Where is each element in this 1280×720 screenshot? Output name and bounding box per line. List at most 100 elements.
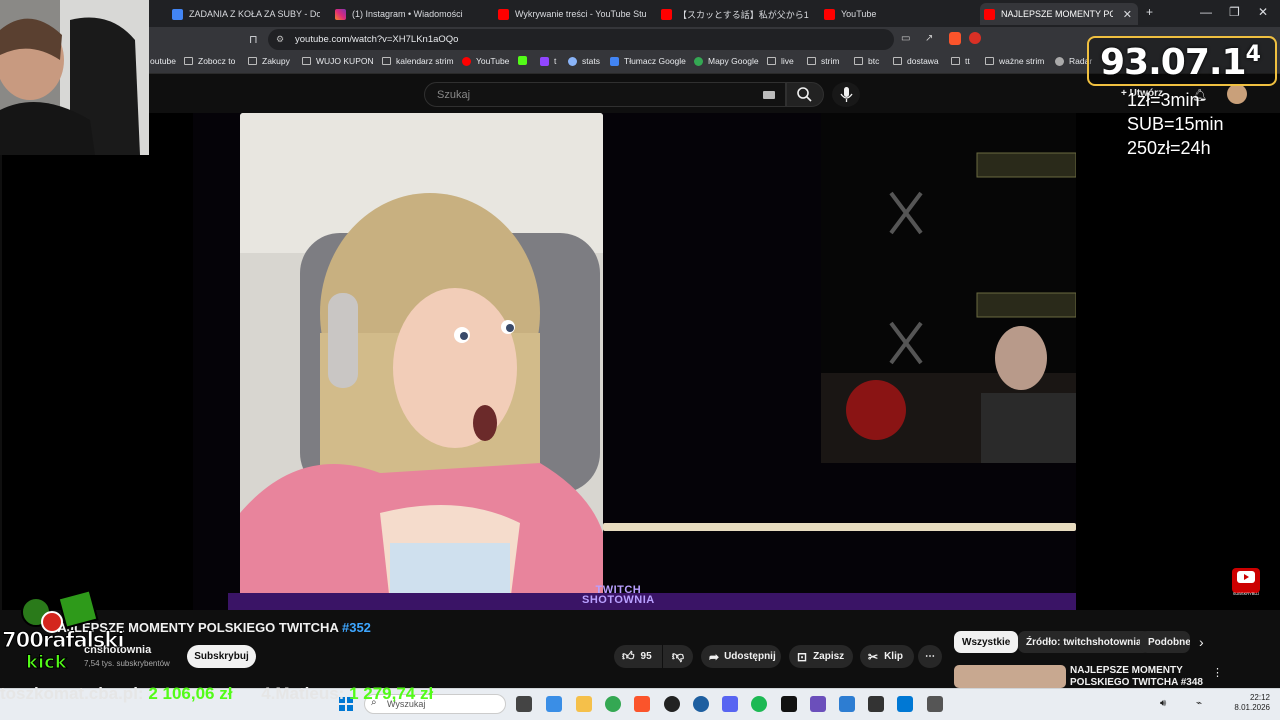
youtube-icon — [824, 8, 835, 20]
folder-icon — [985, 57, 994, 65]
maps-icon — [694, 56, 703, 66]
folder-icon — [382, 57, 391, 65]
bookmark-label: btc — [868, 56, 880, 66]
bookmark-item[interactable]: outube — [150, 56, 176, 66]
watermark-line: SHOTOWNIA — [582, 594, 655, 606]
chevron-right-icon[interactable]: › — [1199, 634, 1204, 650]
kick-username: 700rafalski — [2, 628, 126, 653]
streamer-image — [240, 113, 603, 603]
new-tab-icon[interactable]: + — [1146, 5, 1153, 19]
instagram-icon — [335, 8, 346, 20]
bookmark-label: ważne strim — [999, 56, 1045, 66]
more-actions-button[interactable]: ⋯ — [918, 645, 942, 668]
bookmark-label: kalendarz strim — [396, 56, 454, 66]
stats-icon — [568, 56, 577, 66]
browser-tab-active[interactable]: NAJLEPSZE MOMENTY POLSKIE ✕ — [980, 3, 1138, 25]
youtube-icon — [498, 8, 509, 20]
bookmark-label: strim — [821, 56, 840, 66]
url-text: youtube.com/watch?v=XH7LKn1aOQo — [295, 34, 459, 45]
bookmark-folder[interactable]: btc — [854, 56, 879, 66]
folder-icon — [951, 57, 960, 65]
search-placeholder: Szukaj — [437, 88, 471, 101]
more-vert-icon[interactable]: ⋮ — [1212, 666, 1223, 679]
tab-title: NAJLEPSZE MOMENTY POLSKIE — [1001, 9, 1113, 19]
bookmark-folder[interactable]: Zakupy — [248, 56, 290, 66]
bookmark-item[interactable]: t — [540, 56, 556, 66]
avatar[interactable] — [1227, 84, 1247, 104]
close-window-icon[interactable]: ✕ — [1258, 5, 1268, 19]
minimize-icon[interactable]: — — [1200, 5, 1212, 19]
thumbs-down-icon: 👎︎ — [671, 649, 685, 663]
kick-channel-logo: 700rafalski kick — [0, 589, 125, 680]
maximize-icon[interactable]: ❐ — [1229, 5, 1240, 19]
bookmark-item[interactable]: Mapy Google — [694, 56, 759, 66]
like-button[interactable]: 👍︎ 95 — [614, 645, 662, 668]
bookmark-label: Zakupy — [262, 56, 290, 66]
subscribe-button[interactable]: Subskrybuj — [187, 645, 256, 668]
youtube-subscribe-watermark[interactable]: SUBSKRYBUJ — [1232, 568, 1260, 596]
ticker-left-value: 2 106,06 zł — [148, 684, 233, 703]
close-tab-icon[interactable]: ✕ — [1123, 8, 1132, 21]
address-bar[interactable]: youtube.com/watch?v=XH7LKn1aOQo — [268, 29, 894, 50]
bookmark-folder[interactable]: WUJO KUPON — [302, 56, 374, 66]
folder-icon — [184, 57, 193, 65]
streamer-webcam — [0, 0, 149, 155]
chip-source[interactable]: Źródło: twitchshotownia — [1018, 631, 1150, 653]
save-button[interactable]: ⊡ Zapisz — [789, 645, 853, 668]
rate-line: 250zł=24h — [1127, 138, 1211, 158]
bookmark-folder[interactable]: dostawa — [893, 56, 939, 66]
bookmark-folder[interactable]: ważne strim — [985, 56, 1044, 66]
browser-tab[interactable]: YouTube — [820, 3, 972, 25]
browser-tab[interactable]: 【スカッとする話】私が父から10億円を相 — [657, 3, 809, 25]
keyboard-icon[interactable] — [763, 90, 775, 99]
bookmark-star-icon[interactable]: ⊓ — [249, 33, 258, 46]
secondary-stream-image — [821, 113, 1076, 463]
timer-value: 93.07.1 — [1100, 42, 1247, 83]
bookmark-label: Zobocz to — [198, 56, 236, 66]
bookmark-label: outube — [150, 56, 176, 66]
channel-watermark: TWITCH SHOTOWNIA — [582, 585, 655, 606]
bookmark-item[interactable]: stats — [568, 56, 600, 66]
kick-icon — [518, 56, 527, 65]
bookmark-folder[interactable]: Zobocz to — [184, 56, 235, 66]
search-input[interactable]: Szukaj — [424, 82, 786, 107]
tab-title: ZADANIA Z KOŁA ZA SUBY - Dokume — [189, 9, 320, 19]
chip-all[interactable]: Wszystkie — [954, 631, 1019, 653]
folder-icon — [302, 57, 311, 65]
subathon-timer: 93.07.14 — [1100, 42, 1261, 83]
bookmark-folder[interactable]: strim — [807, 56, 839, 66]
share-icon[interactable]: ↗ — [925, 33, 933, 44]
cast-icon[interactable]: ▭ — [901, 33, 910, 44]
bookmark-item[interactable]: Tłumacz Google — [610, 56, 686, 66]
extension-badge-icon[interactable] — [969, 32, 981, 44]
share-button[interactable]: ➦ Udostępnij — [701, 645, 781, 668]
bookmark-label: Mapy Google — [708, 56, 759, 66]
search-button[interactable] — [786, 82, 824, 107]
dislike-button[interactable]: 👎︎ — [663, 645, 693, 668]
tab-title: Wykrywanie treści - YouTube Studio — [515, 9, 646, 19]
bookmark-folder[interactable]: live — [767, 56, 794, 66]
folder-icon — [854, 57, 863, 65]
browser-tab[interactable]: Wykrywanie treści - YouTube Studio — [494, 3, 646, 25]
browser-tab[interactable]: ZADANIA Z KOŁA ZA SUBY - Dokume — [168, 3, 320, 25]
bookmark-label: stats — [582, 56, 600, 66]
site-info-icon[interactable]: ⚙ — [276, 34, 284, 45]
clip-button[interactable]: ✂ Klip — [860, 645, 914, 668]
voice-search-button[interactable] — [832, 82, 860, 107]
folder-icon — [767, 57, 776, 65]
bookmark-folder[interactable]: tt — [951, 56, 970, 66]
bookmark-icon: ⊡ — [797, 649, 808, 664]
save-label: Zapisz — [813, 651, 845, 662]
radar-icon — [1055, 56, 1064, 66]
bookmark-folder[interactable]: kalendarz strim — [382, 56, 454, 66]
chip-related[interactable]: Podobne — [1140, 631, 1190, 653]
folder-icon — [807, 57, 816, 65]
ticker-right-value: 1 279,74 zł — [349, 684, 434, 703]
brave-shield-icon[interactable] — [949, 32, 961, 45]
bookmark-item[interactable] — [518, 56, 532, 65]
search-icon — [797, 87, 812, 102]
scissors-icon: ✂ — [868, 649, 879, 664]
hashtag-link[interactable]: #352 — [342, 620, 371, 635]
bookmark-item[interactable]: YouTube — [462, 56, 509, 66]
browser-tab[interactable]: (1) Instagram • Wiadomości — [331, 3, 483, 25]
